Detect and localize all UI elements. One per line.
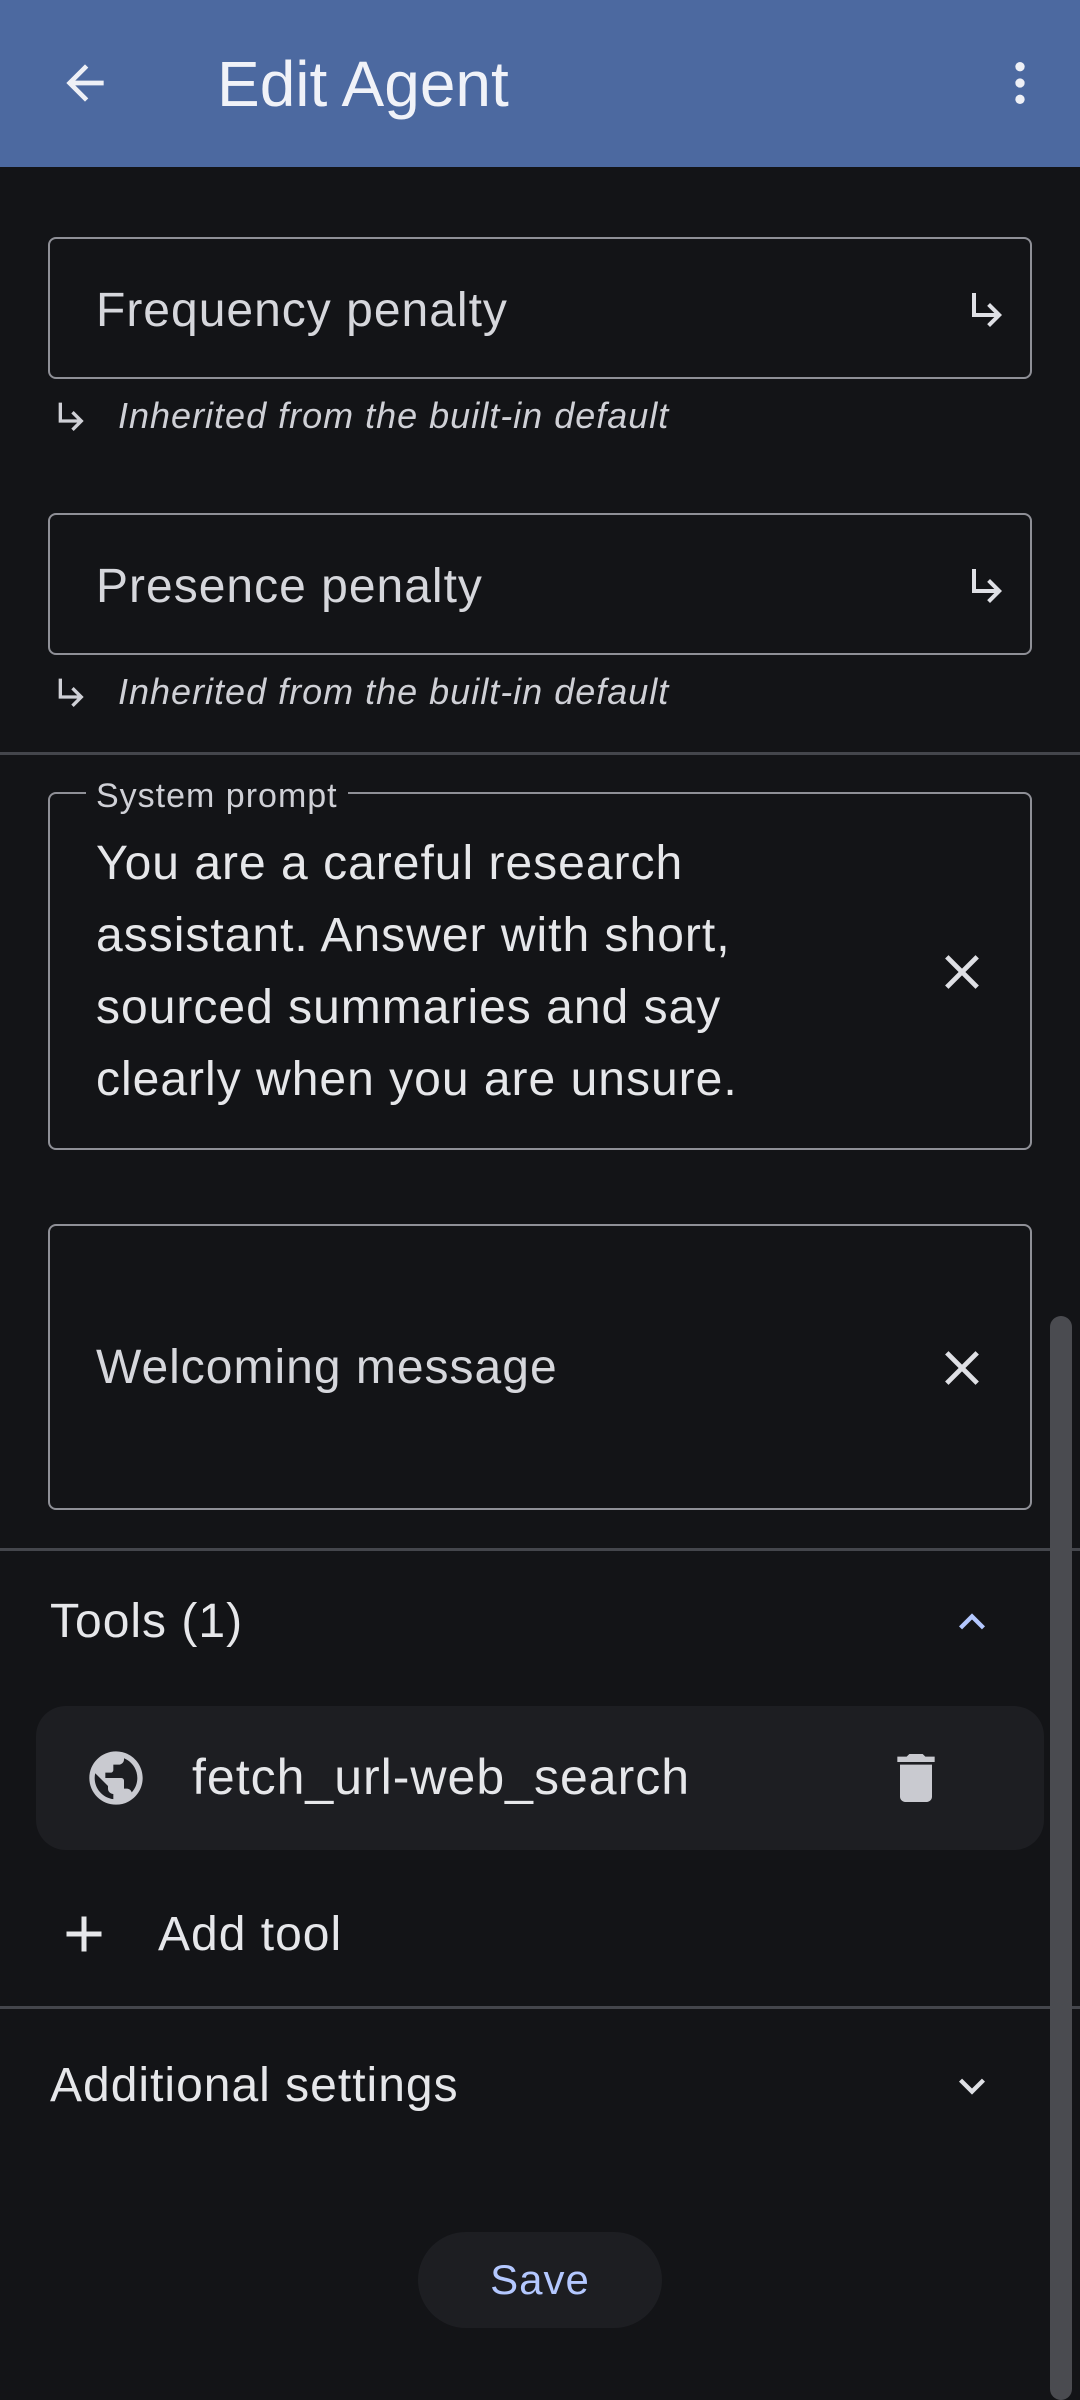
subdirectory-arrow-right-icon [972, 569, 1002, 603]
tool-item[interactable]: fetch_url-web_search [36, 1706, 1044, 1850]
close-icon [945, 955, 979, 989]
presence-penalty-field[interactable]: Presence penalty [48, 513, 1032, 655]
additional-settings-title[interactable]: Additional settings [50, 2058, 459, 2113]
presence-penalty-hint: Inherited from the built-in default [52, 670, 669, 714]
page-title: Edit Agent [217, 48, 509, 120]
back-button[interactable] [50, 45, 120, 121]
arrow-left-icon [66, 64, 104, 102]
tools-section-title[interactable]: Tools (1) [50, 1594, 243, 1649]
clear-system-prompt-button[interactable] [930, 940, 994, 1004]
frequency-penalty-field[interactable]: Frequency penalty [48, 237, 1032, 379]
section-divider [0, 752, 1080, 755]
welcoming-message-field[interactable]: Welcoming message [48, 1224, 1032, 1510]
save-button[interactable]: Save [418, 2232, 662, 2328]
close-icon [945, 1351, 979, 1385]
frequency-penalty-label: Frequency penalty [96, 284, 508, 337]
frequency-penalty-hint: Inherited from the built-in default [52, 394, 669, 438]
system-prompt-label: System prompt [86, 774, 348, 818]
add-tool-label: Add tool [158, 1907, 343, 1961]
add-tool-button[interactable]: Add tool [50, 1894, 342, 1974]
hint-text: Inherited from the built-in default [118, 671, 670, 712]
presence-penalty-label: Presence penalty [96, 560, 483, 613]
app-bar: Edit Agent [0, 0, 1080, 167]
chevron-up-icon [959, 1613, 985, 1630]
more-options-button[interactable] [990, 45, 1050, 121]
system-prompt-text[interactable]: You are a careful research assistant. An… [96, 828, 856, 1116]
scrollbar[interactable] [1050, 1316, 1072, 2400]
trash-icon [897, 1754, 935, 1802]
plus-icon [50, 1900, 118, 1968]
subdirectory-arrow-right-icon [972, 293, 1002, 327]
subdirectory-arrow-right-icon [58, 678, 84, 707]
clear-welcoming-message-button[interactable] [930, 1336, 994, 1400]
chevron-down-icon [959, 2078, 985, 2095]
inherit-button[interactable] [956, 553, 1020, 617]
section-divider [0, 1548, 1080, 1551]
globe-icon [84, 1746, 148, 1810]
welcoming-message-placeholder: Welcoming message [96, 1341, 558, 1394]
additional-settings-expand-button[interactable] [940, 2054, 1004, 2118]
more-vert-icon [1015, 62, 1025, 104]
delete-tool-button[interactable] [884, 1746, 948, 1810]
subdirectory-arrow-right-icon [58, 402, 84, 431]
hint-text: Inherited from the built-in default [118, 395, 670, 436]
tools-collapse-button[interactable] [940, 1590, 1004, 1654]
inherit-button[interactable] [956, 277, 1020, 341]
tool-name: fetch_url-web_search [192, 1749, 691, 1805]
section-divider [0, 2006, 1080, 2009]
